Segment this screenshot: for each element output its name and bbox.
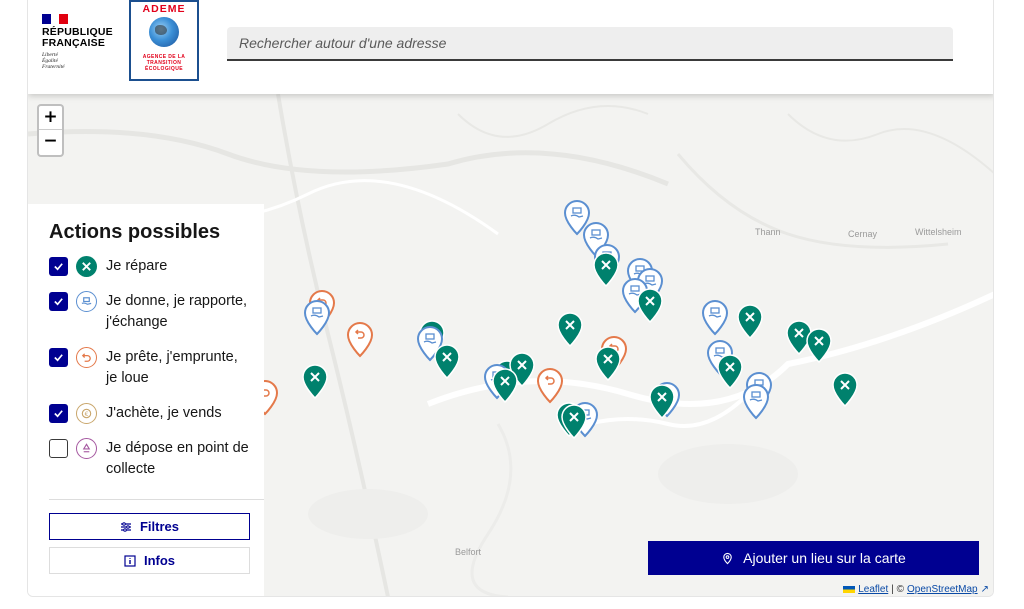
info-icon	[124, 554, 136, 567]
header: RÉPUBLIQUE FRANÇAISE Liberté Égalité Fra…	[28, 0, 993, 94]
filtres-label: Filtres	[139, 519, 179, 534]
rf-motto: Liberté Égalité Fraternité	[42, 52, 65, 70]
checkbox-repair[interactable]	[49, 257, 68, 276]
filtres-button[interactable]: Filtres	[49, 513, 250, 540]
map-marker-repair[interactable]	[491, 368, 519, 404]
map-marker-repair[interactable]	[594, 346, 622, 382]
filter-option-buy[interactable]: € J'achète, je vends	[49, 403, 251, 424]
attribution-separator: | ©	[891, 584, 904, 595]
map[interactable]: + − Thann Cernay Wittelsheim Belfort Act…	[28, 94, 993, 596]
map-marker-repair[interactable]	[560, 404, 588, 440]
place-label-thann: Thann	[755, 227, 781, 237]
leaflet-link[interactable]: Leaflet	[858, 584, 888, 595]
map-marker-give[interactable]	[701, 300, 729, 336]
zoom-control: + −	[37, 104, 64, 157]
add-place-label: Ajouter un lieu sur la carte	[743, 550, 906, 566]
map-pin-icon	[723, 552, 732, 564]
checkbox-collect[interactable]	[49, 439, 68, 458]
osm-link[interactable]: OpenStreetMap	[907, 584, 978, 595]
globe-icon	[149, 17, 179, 47]
infos-label: Infos	[143, 553, 176, 568]
address-search-input[interactable]	[227, 27, 953, 59]
republique-francaise-logo[interactable]: RÉPUBLIQUE FRANÇAISE Liberté Égalité Fra…	[42, 14, 122, 70]
map-marker-lend[interactable]	[346, 322, 374, 358]
checkbox-lend[interactable]	[49, 348, 68, 367]
add-place-button[interactable]: Ajouter un lieu sur la carte	[648, 541, 979, 575]
filter-label-repair: Je répare	[106, 258, 168, 274]
map-marker-repair[interactable]	[556, 312, 584, 348]
svg-text:€: €	[85, 411, 89, 418]
map-marker-lend[interactable]	[536, 368, 564, 404]
place-label-belfort: Belfort	[455, 547, 482, 557]
app-frame: RÉPUBLIQUE FRANÇAISE Liberté Égalité Fra…	[27, 0, 994, 597]
ademe-title: ADEME	[142, 3, 186, 15]
map-marker-give[interactable]	[303, 300, 331, 336]
sliders-icon	[120, 521, 131, 532]
zoom-in-button[interactable]: +	[39, 106, 62, 130]
map-marker-repair[interactable]	[831, 372, 859, 408]
ademe-logo[interactable]: ADEME AGENCE DE LA TRANSITION ÉCOLOGIQUE	[129, 0, 199, 81]
french-flag-icon	[42, 14, 69, 24]
checkbox-buy[interactable]	[49, 404, 68, 423]
filter-panel: Actions possibles Je répare Je donne, je…	[28, 204, 264, 596]
checkbox-give[interactable]	[49, 292, 68, 311]
euro-coin-icon: €	[76, 403, 97, 424]
ademe-subtitle: AGENCE DE LA TRANSITION ÉCOLOGIQUE	[142, 54, 186, 72]
rf-name: RÉPUBLIQUE FRANÇAISE	[42, 26, 113, 49]
map-marker-repair[interactable]	[736, 304, 764, 340]
panel-divider	[49, 499, 264, 500]
map-marker-repair[interactable]	[636, 288, 664, 324]
map-marker-repair[interactable]	[433, 344, 461, 380]
filter-option-repair[interactable]: Je répare	[49, 256, 251, 277]
return-arrow-icon	[76, 347, 97, 368]
place-label-wittelsheim: Wittelsheim	[915, 227, 962, 237]
recycle-icon	[76, 438, 97, 459]
filter-label-lend: Je prête, j'emprunte, je loue	[106, 349, 238, 386]
infos-button[interactable]: Infos	[49, 547, 250, 574]
ukraine-flag-icon	[843, 586, 856, 593]
filter-option-lend[interactable]: Je prête, j'emprunte, je loue	[49, 347, 251, 389]
address-search	[227, 27, 953, 61]
filter-option-give[interactable]: Je donne, je rapporte, j'échange	[49, 291, 251, 333]
zoom-out-button[interactable]: −	[39, 130, 62, 154]
panel-title: Actions possibles	[49, 221, 221, 243]
map-marker-repair[interactable]	[592, 252, 620, 288]
filter-option-collect[interactable]: Je dépose en point de collecte	[49, 438, 251, 480]
place-label-cernay: Cernay	[848, 229, 878, 239]
map-marker-repair[interactable]	[648, 384, 676, 420]
map-marker-give[interactable]	[742, 384, 770, 420]
filter-label-give: Je donne, je rapporte, j'échange	[106, 293, 248, 330]
filter-label-buy: J'achète, je vends	[106, 405, 222, 421]
map-attribution: Leaflet | © OpenStreetMap ↗	[843, 584, 989, 595]
map-marker-repair[interactable]	[805, 328, 833, 364]
give-hand-icon	[76, 291, 97, 312]
wrench-icon	[76, 256, 97, 277]
map-marker-repair[interactable]	[301, 364, 329, 400]
external-link-icon: ↗	[980, 584, 989, 595]
map-marker-repair[interactable]	[716, 354, 744, 390]
filter-label-collect: Je dépose en point de collecte	[106, 440, 249, 477]
